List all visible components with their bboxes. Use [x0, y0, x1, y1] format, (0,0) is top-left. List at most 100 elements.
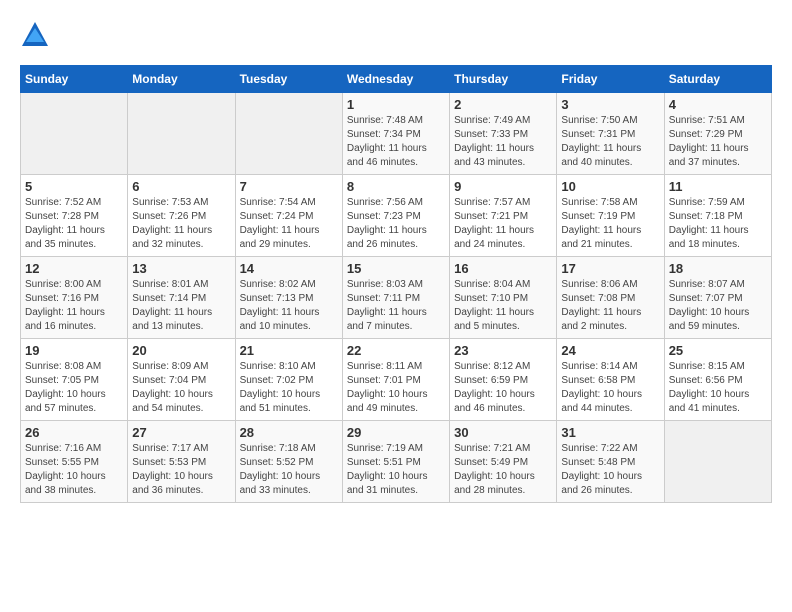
day-number: 10 — [561, 179, 659, 194]
day-content: Sunrise: 7:19 AM Sunset: 5:51 PM Dayligh… — [347, 442, 445, 498]
table-row: 2 Sunrise: 7:49 AM Sunset: 7:33 PM Daylig… — [450, 93, 557, 175]
calendar-week-4: 19 Sunrise: 8:08 AM Sunset: 7:05 PM Dayli… — [21, 339, 772, 421]
table-row — [235, 93, 342, 175]
day-content: Sunrise: 7:17 AM Sunset: 5:53 PM Dayligh… — [132, 442, 230, 498]
day-content: Sunrise: 7:52 AM Sunset: 7:28 PM Dayligh… — [25, 196, 123, 252]
day-number: 21 — [240, 343, 338, 358]
day-content: Sunrise: 8:07 AM Sunset: 7:07 PM Dayligh… — [669, 278, 767, 334]
day-number: 23 — [454, 343, 552, 358]
table-row: 26 Sunrise: 7:16 AM Sunset: 5:55 PM Dayli… — [21, 421, 128, 503]
day-number: 5 — [25, 179, 123, 194]
logo — [20, 20, 54, 55]
day-number: 25 — [669, 343, 767, 358]
calendar-week-2: 5 Sunrise: 7:52 AM Sunset: 7:28 PM Daylig… — [21, 175, 772, 257]
day-content: Sunrise: 8:12 AM Sunset: 6:59 PM Dayligh… — [454, 360, 552, 416]
day-content: Sunrise: 7:21 AM Sunset: 5:49 PM Dayligh… — [454, 442, 552, 498]
day-number: 14 — [240, 261, 338, 276]
day-number: 4 — [669, 97, 767, 112]
table-row: 18 Sunrise: 8:07 AM Sunset: 7:07 PM Dayli… — [664, 257, 771, 339]
day-content: Sunrise: 7:18 AM Sunset: 5:52 PM Dayligh… — [240, 442, 338, 498]
day-number: 26 — [25, 425, 123, 440]
weekday-row: SundayMondayTuesdayWednesdayThursdayFrid… — [21, 66, 772, 93]
table-row: 14 Sunrise: 8:02 AM Sunset: 7:13 PM Dayli… — [235, 257, 342, 339]
day-content: Sunrise: 7:54 AM Sunset: 7:24 PM Dayligh… — [240, 196, 338, 252]
weekday-header-saturday: Saturday — [664, 66, 771, 93]
day-number: 3 — [561, 97, 659, 112]
day-content: Sunrise: 8:14 AM Sunset: 6:58 PM Dayligh… — [561, 360, 659, 416]
day-number: 1 — [347, 97, 445, 112]
day-number: 9 — [454, 179, 552, 194]
day-number: 11 — [669, 179, 767, 194]
day-content: Sunrise: 7:48 AM Sunset: 7:34 PM Dayligh… — [347, 114, 445, 170]
day-number: 18 — [669, 261, 767, 276]
day-content: Sunrise: 8:06 AM Sunset: 7:08 PM Dayligh… — [561, 278, 659, 334]
table-row: 8 Sunrise: 7:56 AM Sunset: 7:23 PM Daylig… — [342, 175, 449, 257]
weekday-header-friday: Friday — [557, 66, 664, 93]
weekday-header-thursday: Thursday — [450, 66, 557, 93]
day-number: 31 — [561, 425, 659, 440]
table-row: 21 Sunrise: 8:10 AM Sunset: 7:02 PM Dayli… — [235, 339, 342, 421]
day-content: Sunrise: 8:04 AM Sunset: 7:10 PM Dayligh… — [454, 278, 552, 334]
table-row: 24 Sunrise: 8:14 AM Sunset: 6:58 PM Dayli… — [557, 339, 664, 421]
day-number: 8 — [347, 179, 445, 194]
table-row: 17Sunrise: 8:06 AM Sunset: 7:08 PM Dayli… — [557, 257, 664, 339]
table-row: 19 Sunrise: 8:08 AM Sunset: 7:05 PM Dayli… — [21, 339, 128, 421]
logo-icon — [20, 20, 50, 55]
table-row: 29Sunrise: 7:19 AM Sunset: 5:51 PM Dayli… — [342, 421, 449, 503]
day-number: 7 — [240, 179, 338, 194]
day-number: 24 — [561, 343, 659, 358]
day-content: Sunrise: 7:22 AM Sunset: 5:48 PM Dayligh… — [561, 442, 659, 498]
table-row: 6 Sunrise: 7:53 AM Sunset: 7:26 PM Daylig… — [128, 175, 235, 257]
table-row: 25 Sunrise: 8:15 AM Sunset: 6:56 PM Dayli… — [664, 339, 771, 421]
day-content: Sunrise: 8:02 AM Sunset: 7:13 PM Dayligh… — [240, 278, 338, 334]
table-row: 28Sunrise: 7:18 AM Sunset: 5:52 PM Dayli… — [235, 421, 342, 503]
weekday-header-tuesday: Tuesday — [235, 66, 342, 93]
day-content: Sunrise: 7:57 AM Sunset: 7:21 PM Dayligh… — [454, 196, 552, 252]
calendar-week-1: 1 Sunrise: 7:48 AM Sunset: 7:34 PM Daylig… — [21, 93, 772, 175]
table-row: 22 Sunrise: 8:11 AM Sunset: 7:01 PM Dayli… — [342, 339, 449, 421]
day-number: 16 — [454, 261, 552, 276]
day-content: Sunrise: 7:59 AM Sunset: 7:18 PM Dayligh… — [669, 196, 767, 252]
day-content: Sunrise: 8:08 AM Sunset: 7:05 PM Dayligh… — [25, 360, 123, 416]
table-row: 20 Sunrise: 8:09 AM Sunset: 7:04 PM Dayli… — [128, 339, 235, 421]
table-row: 4 Sunrise: 7:51 AM Sunset: 7:29 PM Daylig… — [664, 93, 771, 175]
day-number: 20 — [132, 343, 230, 358]
table-row: 30Sunrise: 7:21 AM Sunset: 5:49 PM Dayli… — [450, 421, 557, 503]
table-row: 23 Sunrise: 8:12 AM Sunset: 6:59 PM Dayli… — [450, 339, 557, 421]
table-row: 5 Sunrise: 7:52 AM Sunset: 7:28 PM Daylig… — [21, 175, 128, 257]
day-content: Sunrise: 8:00 AM Sunset: 7:16 PM Dayligh… — [25, 278, 123, 334]
day-content: Sunrise: 8:09 AM Sunset: 7:04 PM Dayligh… — [132, 360, 230, 416]
day-content: Sunrise: 7:58 AM Sunset: 7:19 PM Dayligh… — [561, 196, 659, 252]
day-number: 22 — [347, 343, 445, 358]
day-content: Sunrise: 7:50 AM Sunset: 7:31 PM Dayligh… — [561, 114, 659, 170]
day-number: 12 — [25, 261, 123, 276]
day-content: Sunrise: 7:16 AM Sunset: 5:55 PM Dayligh… — [25, 442, 123, 498]
day-number: 13 — [132, 261, 230, 276]
day-number: 2 — [454, 97, 552, 112]
day-content: Sunrise: 7:53 AM Sunset: 7:26 PM Dayligh… — [132, 196, 230, 252]
day-content: Sunrise: 8:15 AM Sunset: 6:56 PM Dayligh… — [669, 360, 767, 416]
day-content: Sunrise: 8:10 AM Sunset: 7:02 PM Dayligh… — [240, 360, 338, 416]
table-row: 3 Sunrise: 7:50 AM Sunset: 7:31 PM Daylig… — [557, 93, 664, 175]
calendar-body: 1 Sunrise: 7:48 AM Sunset: 7:34 PM Daylig… — [21, 93, 772, 503]
day-content: Sunrise: 7:56 AM Sunset: 7:23 PM Dayligh… — [347, 196, 445, 252]
day-content: Sunrise: 8:11 AM Sunset: 7:01 PM Dayligh… — [347, 360, 445, 416]
day-content: Sunrise: 8:01 AM Sunset: 7:14 PM Dayligh… — [132, 278, 230, 334]
calendar-week-3: 12 Sunrise: 8:00 AM Sunset: 7:16 PM Dayli… — [21, 257, 772, 339]
table-row: 1 Sunrise: 7:48 AM Sunset: 7:34 PM Daylig… — [342, 93, 449, 175]
table-row — [128, 93, 235, 175]
table-row: 9 Sunrise: 7:57 AM Sunset: 7:21 PM Daylig… — [450, 175, 557, 257]
day-number: 19 — [25, 343, 123, 358]
table-row — [21, 93, 128, 175]
page-header — [20, 20, 772, 55]
day-number: 15 — [347, 261, 445, 276]
weekday-header-sunday: Sunday — [21, 66, 128, 93]
weekday-header-wednesday: Wednesday — [342, 66, 449, 93]
table-row: 27Sunrise: 7:17 AM Sunset: 5:53 PM Dayli… — [128, 421, 235, 503]
day-content: Sunrise: 7:49 AM Sunset: 7:33 PM Dayligh… — [454, 114, 552, 170]
calendar-week-5: 26 Sunrise: 7:16 AM Sunset: 5:55 PM Dayli… — [21, 421, 772, 503]
day-number: 6 — [132, 179, 230, 194]
day-content: Sunrise: 7:51 AM Sunset: 7:29 PM Dayligh… — [669, 114, 767, 170]
table-row — [664, 421, 771, 503]
calendar-header: SundayMondayTuesdayWednesdayThursdayFrid… — [21, 66, 772, 93]
